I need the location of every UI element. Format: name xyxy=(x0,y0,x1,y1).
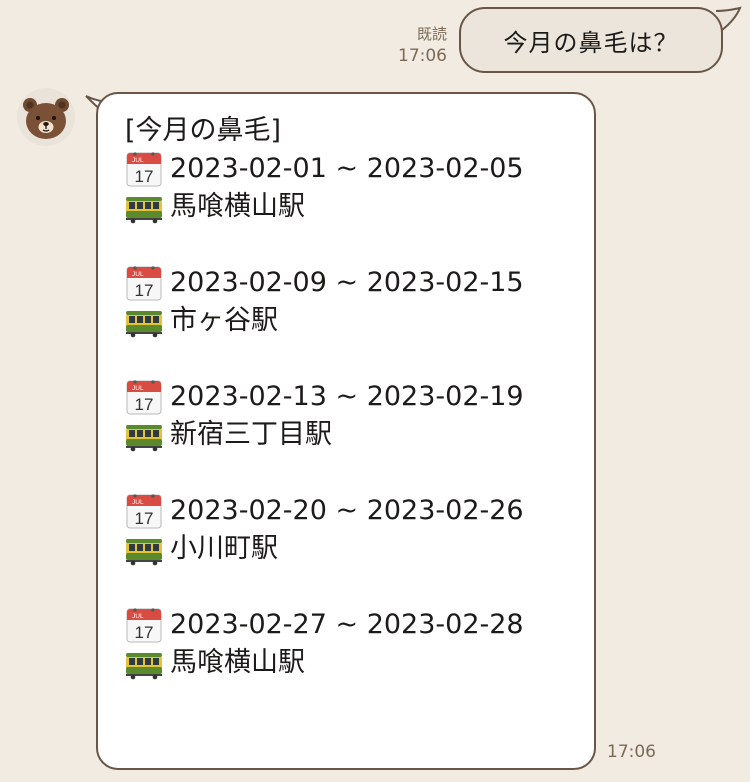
schedule-entry: JUL 17 2023-02-09 ~ 2023-02-15 市ヶ谷駅 xyxy=(125,264,594,340)
calendar-icon: JUL 17 xyxy=(126,380,162,415)
svg-text:JUL: JUL xyxy=(132,499,144,506)
station-line: 馬喰横山駅 xyxy=(125,188,594,226)
date-range: 2023-02-27 ~ 2023-02-28 xyxy=(170,609,524,640)
read-receipt: 既読 xyxy=(416,25,447,43)
outgoing-meta: 既読 17:06 xyxy=(398,24,447,68)
calendar-icon: JUL 17 xyxy=(126,608,162,643)
incoming-timestamp: 17:06 xyxy=(607,742,656,762)
svg-text:17: 17 xyxy=(135,281,154,300)
tram-car-icon xyxy=(126,197,162,224)
date-range-line: JUL 17 2023-02-01 ~ 2023-02-05 xyxy=(125,150,594,188)
brown-bear-icon[interactable] xyxy=(17,88,75,146)
station-name: 小川町駅 xyxy=(170,533,278,564)
schedule-entry: JUL 17 2023-02-01 ~ 2023-02-05 馬喰横山駅 xyxy=(125,150,594,226)
svg-text:JUL: JUL xyxy=(132,271,144,278)
tram-car-icon xyxy=(126,311,162,338)
incoming-message-bubble[interactable]: [今月の鼻毛] JUL 17 2023-02-01 ~ 2023-02-05 馬喰横山… xyxy=(96,92,596,770)
outgoing-timestamp: 17:06 xyxy=(398,46,447,66)
outgoing-message-bubble[interactable]: 今月の鼻毛は？ xyxy=(459,7,723,73)
date-range: 2023-02-13 ~ 2023-02-19 xyxy=(170,381,524,412)
date-range: 2023-02-20 ~ 2023-02-26 xyxy=(170,495,524,526)
station-name: 市ヶ谷駅 xyxy=(170,305,278,336)
station-name: 馬喰横山駅 xyxy=(170,647,305,678)
date-range-line: JUL 17 2023-02-09 ~ 2023-02-15 xyxy=(125,264,594,302)
schedule-list: JUL 17 2023-02-01 ~ 2023-02-05 馬喰横山駅 JUL 17 20… xyxy=(125,150,594,682)
station-name: 馬喰横山駅 xyxy=(170,191,305,222)
svg-text:JUL: JUL xyxy=(132,157,144,164)
station-line: 市ヶ谷駅 xyxy=(125,302,594,340)
svg-text:17: 17 xyxy=(135,623,154,642)
date-range: 2023-02-01 ~ 2023-02-05 xyxy=(170,153,524,184)
svg-text:JUL: JUL xyxy=(132,613,144,620)
svg-text:17: 17 xyxy=(135,167,154,186)
calendar-icon: JUL 17 xyxy=(126,266,162,301)
schedule-entry: JUL 17 2023-02-13 ~ 2023-02-19 新宿三丁目駅 xyxy=(125,378,594,454)
message-title: [今月の鼻毛] xyxy=(125,115,282,146)
date-range-line: JUL 17 2023-02-27 ~ 2023-02-28 xyxy=(125,606,594,644)
tram-car-icon xyxy=(126,653,162,680)
station-line: 馬喰横山駅 xyxy=(125,644,594,682)
date-range: 2023-02-09 ~ 2023-02-15 xyxy=(170,267,524,298)
svg-text:17: 17 xyxy=(135,395,154,414)
tram-car-icon xyxy=(126,539,162,566)
schedule-entry: JUL 17 2023-02-27 ~ 2023-02-28 馬喰横山駅 xyxy=(125,606,594,682)
tram-car-icon xyxy=(126,425,162,452)
outgoing-message-text: 今月の鼻毛は？ xyxy=(503,28,679,57)
station-line: 小川町駅 xyxy=(125,530,594,568)
calendar-icon: JUL 17 xyxy=(126,494,162,529)
date-range-line: JUL 17 2023-02-13 ~ 2023-02-19 xyxy=(125,378,594,416)
date-range-line: JUL 17 2023-02-20 ~ 2023-02-26 xyxy=(125,492,594,530)
svg-text:17: 17 xyxy=(135,509,154,528)
station-name: 新宿三丁目駅 xyxy=(170,419,332,450)
schedule-entry: JUL 17 2023-02-20 ~ 2023-02-26 小川町駅 xyxy=(125,492,594,568)
station-line: 新宿三丁目駅 xyxy=(125,416,594,454)
svg-text:JUL: JUL xyxy=(132,385,144,392)
calendar-icon: JUL 17 xyxy=(126,152,162,187)
